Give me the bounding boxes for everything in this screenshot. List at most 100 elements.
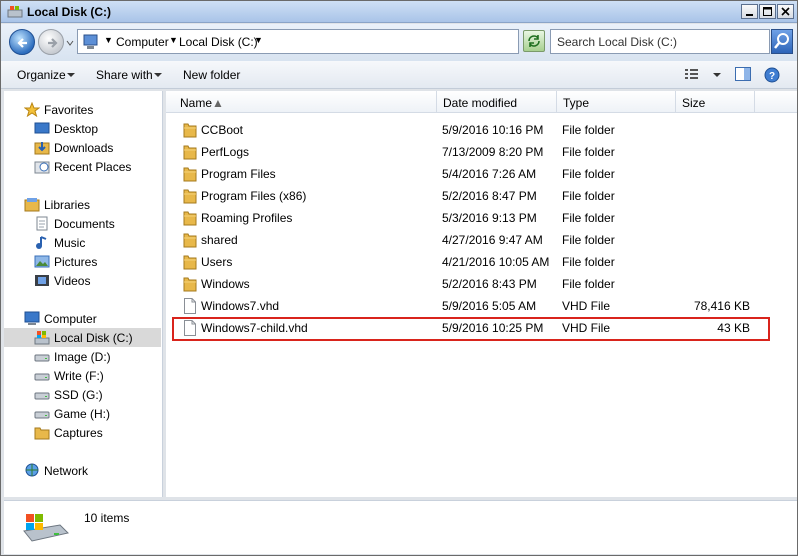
column-header-type[interactable]: Type — [557, 91, 676, 113]
file-date-modified: 5/4/2016 7:26 AM — [442, 167, 537, 181]
drive-icon — [34, 354, 50, 362]
nav-recent-places-label: Recent Places — [54, 160, 132, 174]
pictures-icon — [34, 255, 50, 268]
refresh-button[interactable] — [523, 30, 545, 52]
documents-icon — [36, 216, 48, 231]
nav-computer-label: Computer — [44, 312, 97, 326]
nav-local-disk-c[interactable]: Local Disk (C:) — [4, 328, 161, 347]
nav-image-d[interactable]: Image (D:) — [4, 347, 161, 366]
nav-captures[interactable]: Captures — [4, 423, 161, 442]
column-header-date[interactable]: Date modified — [437, 91, 557, 113]
share-with-chevron-icon[interactable] — [154, 73, 162, 77]
navigation-pane: Favorites Desktop Downloads Recent Place… — [4, 91, 163, 497]
file-row[interactable]: PerfLogs 7/13/2009 8:20 PM File folder — [166, 141, 797, 163]
view-options-chevron-icon[interactable] — [713, 73, 721, 77]
folder-icon — [34, 427, 50, 440]
nav-libraries-label: Libraries — [44, 198, 91, 212]
close-icon — [781, 7, 790, 16]
nav-music[interactable]: Music — [4, 233, 161, 252]
file-icon — [184, 298, 196, 314]
share-with-button[interactable]: Share with — [96, 68, 153, 82]
arrow-right-icon — [48, 38, 58, 48]
nav-pictures[interactable]: Pictures — [4, 252, 161, 271]
file-date-modified: 5/9/2016 5:05 AM — [442, 299, 537, 313]
minimize-icon — [746, 14, 753, 16]
nav-write-f-label: Write (F:) — [54, 369, 104, 383]
file-type: VHD File — [562, 299, 611, 313]
address-bar[interactable]: ▼ Computer ▼ Local Disk (C:) ▼ — [77, 29, 586, 54]
file-type: File folder — [562, 277, 615, 291]
preview-pane-icon[interactable] — [735, 67, 752, 82]
star-icon — [24, 102, 40, 117]
nav-videos[interactable]: Videos — [4, 271, 161, 290]
search-button[interactable] — [771, 29, 793, 54]
window-title: Local Disk (C:) — [27, 5, 112, 19]
breadcrumb-separator-icon[interactable]: ▼ — [104, 35, 113, 45]
nav-ssd-g[interactable]: SSD (G:) — [4, 385, 161, 404]
file-name: Users — [201, 255, 233, 269]
annotation-highlight-box — [172, 317, 770, 341]
downloads-icon — [34, 142, 50, 155]
nav-game-h-label: Game (H:) — [54, 407, 111, 421]
nav-downloads[interactable]: Downloads — [4, 138, 161, 157]
nav-recent-places[interactable]: Recent Places — [4, 157, 161, 176]
file-row[interactable]: CCBoot 5/9/2016 10:16 PM File folder — [166, 119, 797, 141]
close-button[interactable] — [777, 4, 794, 19]
file-name: Roaming Profiles — [201, 211, 293, 225]
breadcrumb-computer[interactable]: Computer — [116, 35, 169, 49]
libraries-icon — [24, 198, 40, 212]
file-row[interactable]: Windows 5/2/2016 8:43 PM File folder — [166, 273, 797, 295]
organize-button[interactable]: Organize — [17, 68, 66, 82]
file-row[interactable]: Program Files 5/4/2016 7:26 AM File folder — [166, 163, 797, 185]
file-row[interactable]: Program Files (x86) 5/2/2016 8:47 PM File … — [166, 185, 797, 207]
file-date-modified: 5/2/2016 8:43 PM — [442, 277, 537, 291]
folder-icon — [183, 277, 197, 292]
network-icon — [25, 463, 39, 477]
title-bar[interactable]: Local Disk (C:) — [1, 1, 797, 23]
nav-ssd-g-label: SSD (G:) — [54, 388, 103, 402]
nav-documents[interactable]: Documents — [4, 214, 161, 233]
system-drive-icon — [23, 514, 69, 542]
file-row[interactable]: Windows7.vhd 5/9/2016 5:05 AM VHD File 78,4… — [166, 295, 797, 317]
file-type: File folder — [562, 145, 615, 159]
nav-write-f[interactable]: Write (F:) — [4, 366, 161, 385]
organize-chevron-icon[interactable] — [67, 73, 75, 77]
nav-network[interactable]: Network — [4, 461, 161, 480]
refresh-icon — [528, 35, 540, 47]
nav-libraries[interactable]: Libraries — [4, 195, 161, 214]
breadcrumb-separator-icon[interactable]: ▼ — [169, 35, 178, 45]
file-name: PerfLogs — [201, 145, 250, 159]
search-input[interactable]: Search Local Disk (C:) — [550, 29, 770, 54]
file-date-modified: 7/13/2009 8:20 PM — [442, 145, 544, 159]
nav-game-h[interactable]: Game (H:) — [4, 404, 161, 423]
file-row[interactable]: shared 4/27/2016 9:47 AM File folder — [166, 229, 797, 251]
file-row[interactable]: Users 4/21/2016 10:05 AM File folder — [166, 251, 797, 273]
maximize-button[interactable] — [759, 4, 776, 19]
music-icon — [36, 236, 47, 249]
nav-favorites-label: Favorites — [44, 103, 94, 117]
nav-computer[interactable]: Computer — [4, 309, 161, 328]
folder-icon — [183, 167, 197, 182]
file-type: File folder — [562, 167, 615, 181]
file-date-modified: 4/27/2016 9:47 AM — [442, 233, 543, 247]
drive-icon — [34, 411, 50, 419]
nav-desktop[interactable]: Desktop — [4, 119, 161, 138]
forward-button[interactable] — [38, 29, 64, 55]
maximize-icon — [763, 7, 772, 16]
file-date-modified: 5/3/2016 9:13 PM — [442, 211, 537, 225]
minimize-button[interactable] — [741, 4, 758, 19]
view-options-icon[interactable] — [684, 67, 700, 81]
breadcrumb-separator-icon[interactable]: ▼ — [254, 35, 263, 45]
column-header-name[interactable]: Name ▲ — [166, 91, 437, 113]
column-header-size[interactable]: Size — [676, 91, 755, 113]
new-folder-button[interactable]: New folder — [183, 68, 240, 82]
file-row[interactable]: Roaming Profiles 5/3/2016 9:13 PM File fol… — [166, 207, 797, 229]
nav-favorites[interactable]: Favorites — [4, 100, 161, 119]
recent-pages-chevron-icon[interactable] — [66, 39, 74, 47]
column-date-label: Date modified — [443, 96, 518, 110]
folder-icon — [183, 255, 197, 270]
nav-pictures-label: Pictures — [54, 255, 98, 269]
breadcrumb-local-disk[interactable]: Local Disk (C:) — [179, 35, 258, 49]
help-icon[interactable]: ? — [764, 67, 780, 83]
back-button[interactable] — [9, 29, 35, 55]
